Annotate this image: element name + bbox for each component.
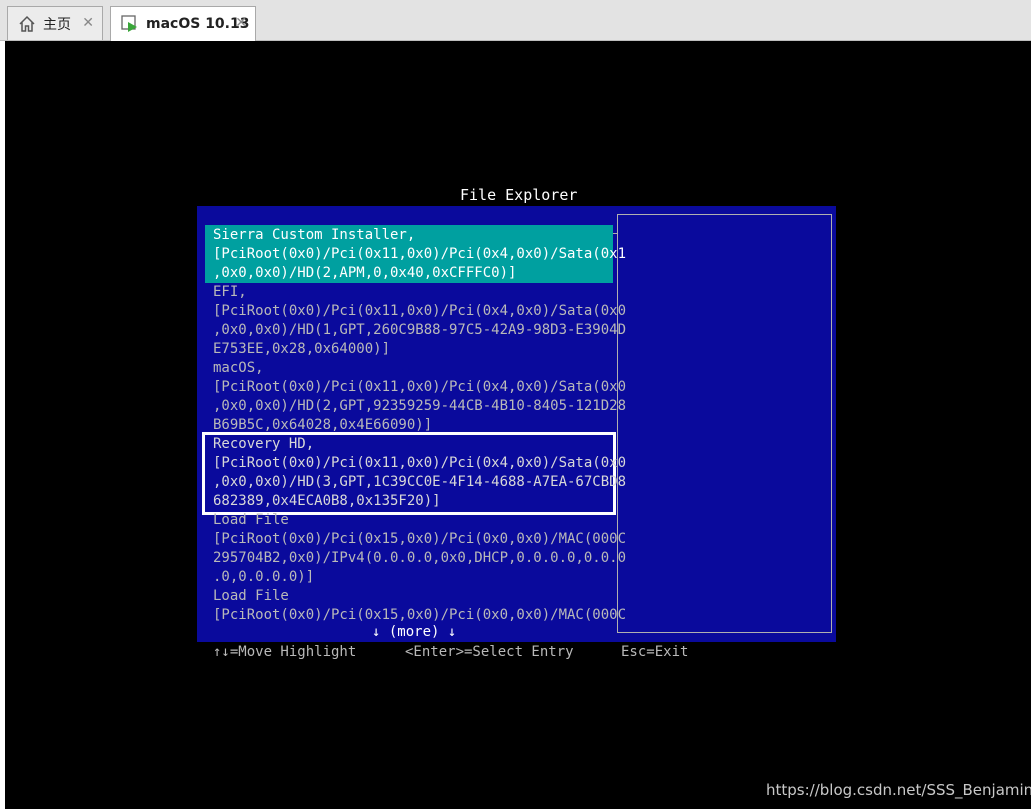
entry-device-path: E753EE,0x28,0x64000)] xyxy=(213,341,391,357)
tab-home-label: 主页 xyxy=(43,16,71,33)
entry-device-path: [PciRoot(0x0)/Pci(0x15,0x0)/Pci(0x0,0x0)… xyxy=(213,607,627,623)
entry-device-path: B69B5C,0x64028,0x4E66090)] xyxy=(213,417,433,433)
entry-name: Recovery HD, xyxy=(213,436,315,452)
entry-device-path: [PciRoot(0x0)/Pci(0x11,0x0)/Pci(0x4,0x0)… xyxy=(213,379,627,395)
entry-device-path: ,0x0,0x0)/HD(2,APM,0,0x40,0xCFFFC0)] xyxy=(213,265,517,281)
entry-device-path: [PciRoot(0x0)/Pci(0x11,0x0)/Pci(0x4,0x0)… xyxy=(213,303,627,319)
entry-name: macOS, xyxy=(213,360,264,376)
entry-name: Load File xyxy=(213,588,289,604)
entry-device-path: 295704B2,0x0)/IPv4(0.0.0.0,0x0,DHCP,0.0.… xyxy=(213,550,627,566)
entry-device-path: ,0x0,0x0)/HD(3,GPT,1C39CC0E-4F14-4688-A7… xyxy=(213,474,627,490)
entry-device-path: [PciRoot(0x0)/Pci(0x11,0x0)/Pci(0x4,0x0)… xyxy=(213,246,627,262)
tab-home[interactable]: 主页 ✕ xyxy=(7,6,103,40)
tab-macos-vm-label: macOS 10.13 xyxy=(146,16,250,32)
entry-device-path: .0,0.0.0.0)] xyxy=(213,569,315,585)
hint-select-entry: <Enter>=Select Entry xyxy=(405,644,574,660)
entry-device-path: [PciRoot(0x0)/Pci(0x11,0x0)/Pci(0x4,0x0)… xyxy=(213,455,627,471)
file-explorer-title: File Explorer xyxy=(460,186,578,204)
hint-exit: Esc=Exit xyxy=(621,644,689,660)
home-icon xyxy=(17,14,37,34)
watermark: https://blog.csdn.net/SSS_Benjamin xyxy=(766,781,1031,799)
tab-bar: 主页 ✕ macOS 10.13 ✕ xyxy=(0,0,1031,41)
entry-device-path: [PciRoot(0x0)/Pci(0x15,0x0)/Pci(0x0,0x0)… xyxy=(213,531,627,547)
tab-macos-vm-close-icon[interactable]: ✕ xyxy=(235,15,247,31)
entry-device-path: ,0x0,0x0)/HD(1,GPT,260C9B88-97C5-42A9-98… xyxy=(213,322,627,338)
entry-device-path: ,0x0,0x0)/HD(2,GPT,92359259-44CB-4B10-84… xyxy=(213,398,627,414)
tab-macos-vm[interactable]: macOS 10.13 ✕ xyxy=(110,6,256,41)
hint-move-highlight: ↑↓=Move Highlight xyxy=(213,644,357,660)
tab-home-close-icon[interactable]: ✕ xyxy=(82,15,94,31)
more-indicator: ↓ (more) ↓ xyxy=(372,624,457,640)
entry-name: Load File xyxy=(213,512,289,528)
file-explorer-side-box xyxy=(617,214,832,633)
entry-device-path: 682389,0x4ECA0B8,0x135F20)] xyxy=(213,493,441,509)
vm-icon xyxy=(120,14,140,34)
entry-name: Sierra Custom Installer, xyxy=(213,227,416,243)
entry-name: EFI, xyxy=(213,284,247,300)
